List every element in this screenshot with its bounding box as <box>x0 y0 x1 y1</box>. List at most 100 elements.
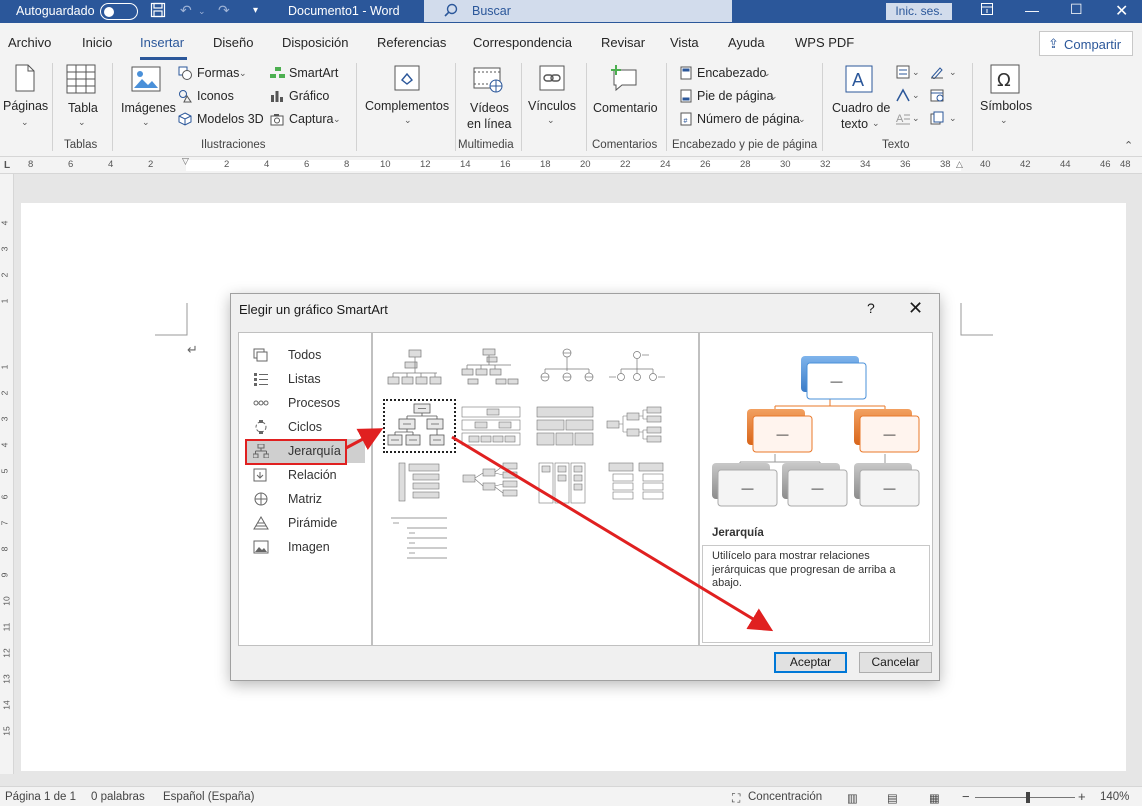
tab-wps-pdf[interactable]: WPS PDF <box>795 35 854 50</box>
tab-revisar[interactable]: Revisar <box>601 35 645 50</box>
layout-horizontal-multi-level[interactable] <box>461 461 521 506</box>
customize-qat-icon[interactable]: ▾ <box>253 5 258 16</box>
category-piramide[interactable]: Pirámide <box>245 511 365 535</box>
language[interactable]: Español (España) <box>163 791 254 803</box>
print-layout-icon[interactable]: ▤ <box>887 791 898 805</box>
zoom-out-icon[interactable]: − <box>962 789 970 804</box>
minimize-icon[interactable]: — <box>1025 2 1039 18</box>
dialog-close-icon[interactable]: ✕ <box>908 298 923 319</box>
links-button[interactable]: Vínculos ⌄ <box>525 59 580 137</box>
zoom-level[interactable]: 140% <box>1100 791 1129 803</box>
category-listas[interactable]: Listas <box>245 367 365 391</box>
layout-circle-picture-hierarchy[interactable] <box>607 347 667 392</box>
addins-button[interactable]: Complementos ⌄ <box>362 59 450 137</box>
cancel-button[interactable]: Cancelar <box>859 652 932 673</box>
read-mode-icon[interactable]: ▥ <box>847 791 858 805</box>
page-count[interactable]: Página 1 de 1 <box>5 791 76 803</box>
zoom-in-icon[interactable]: + <box>1078 789 1086 804</box>
tab-referencias[interactable]: Referencias <box>377 35 446 50</box>
images-button[interactable]: Imágenes ⌄ <box>118 59 176 137</box>
tab-correspondencia[interactable]: Correspondencia <box>473 35 572 50</box>
ruler-number: 4 <box>0 442 10 448</box>
web-layout-icon[interactable]: ▦ <box>929 791 940 805</box>
smartart-button[interactable]: SmartArt <box>270 65 340 83</box>
object-icon[interactable] <box>930 111 944 125</box>
tab-ayuda[interactable]: Ayuda <box>728 35 765 50</box>
tab-disposicion[interactable]: Disposición <box>282 35 348 50</box>
layout-lined-list[interactable] <box>389 515 449 564</box>
collapse-ribbon-icon[interactable]: ⌃ <box>1124 139 1133 152</box>
page-number-button[interactable]: # Número de página ⌄ <box>679 111 814 129</box>
quick-parts-icon[interactable] <box>896 65 910 79</box>
layout-org-chart[interactable] <box>385 347 445 392</box>
smartart-icon <box>270 66 285 80</box>
category-ciclos[interactable]: Ciclos <box>245 415 365 439</box>
category-relacion[interactable]: Relación <box>245 463 365 487</box>
category-procesos[interactable]: Procesos <box>245 391 365 415</box>
maximize-icon[interactable]: ☐ <box>1070 1 1083 18</box>
date-time-icon[interactable] <box>930 88 944 102</box>
layout-architecture[interactable] <box>537 461 597 508</box>
vertical-ruler[interactable]: 4 3 2 1 1 2 3 4 5 6 7 8 9 10 11 12 13 14 15 <box>0 174 14 774</box>
shapes-button[interactable]: Formas ⌄ <box>178 65 253 83</box>
icons-button[interactable]: Iconos <box>178 88 253 106</box>
share-button[interactable]: ⇪ Compartir <box>1039 31 1133 56</box>
chart-button[interactable]: Gráfico <box>270 88 340 106</box>
textbox-button[interactable]: A Cuadro de texto ⌄ <box>828 59 890 137</box>
header-button[interactable]: Encabezado ⌄ <box>679 65 779 83</box>
horizontal-ruler[interactable]: L 8 6 4 2 2 4 6 8 10 12 14 16 18 20 22 24 26 28 30 32 34 36 38… <box>0 156 1142 174</box>
search-box[interactable]: Buscar <box>424 0 732 22</box>
table-button[interactable]: Tabla ⌄ <box>58 59 104 137</box>
layout-hierarchy-list[interactable] <box>607 461 667 508</box>
layout-name-title-org[interactable] <box>461 347 521 392</box>
chevron-down-icon[interactable]: ⌄ <box>912 90 920 101</box>
close-icon[interactable]: ✕ <box>1115 1 1128 21</box>
online-video-button[interactable]: Vídeos en línea <box>460 59 516 137</box>
word-count[interactable]: 0 palabras <box>91 791 145 803</box>
layout-labeled-hierarchy[interactable] <box>461 405 521 450</box>
redo-icon[interactable]: ↷ <box>218 2 230 19</box>
3d-models-button[interactable]: Modelos 3D <box>178 111 264 129</box>
layout-hierarchy-selected[interactable] <box>383 399 456 453</box>
category-imagen[interactable]: Imagen <box>245 535 365 559</box>
layout-horizontal-hierarchy[interactable] <box>605 405 665 450</box>
focus-label[interactable]: Concentración <box>748 791 822 803</box>
tab-inicio[interactable]: Inicio <box>82 35 112 50</box>
right-indent-icon[interactable]: △ <box>956 159 963 170</box>
save-icon[interactable] <box>150 2 166 21</box>
category-label: Todos <box>288 348 322 362</box>
signature-line-icon[interactable] <box>930 65 944 80</box>
footer-button[interactable]: Pie de página ⌄ <box>679 88 789 106</box>
comment-button[interactable]: Comentario <box>590 59 660 137</box>
focus-icon[interactable]: ⛶ <box>732 791 740 806</box>
ok-button[interactable]: Aceptar <box>774 652 847 673</box>
chevron-down-icon[interactable]: ⌄ <box>949 67 957 78</box>
tab-archivo[interactable]: Archivo <box>8 35 51 50</box>
drop-cap-icon[interactable]: A <box>896 111 910 125</box>
layout-table-hierarchy[interactable] <box>535 405 595 450</box>
tab-vista[interactable]: Vista <box>670 35 699 50</box>
tab-stop-icon[interactable]: L <box>4 160 10 171</box>
pages-button[interactable]: Páginas ⌄ <box>2 59 48 137</box>
layout-half-circle-org[interactable] <box>537 347 597 392</box>
layout-vertical-list-hierarchy[interactable] <box>387 461 447 506</box>
screenshot-button[interactable]: Captura ⌄ <box>270 111 350 129</box>
undo-icon[interactable]: ↶ <box>180 2 192 19</box>
chevron-down-icon[interactable]: ⌄ <box>912 67 920 78</box>
tab-insertar[interactable]: Insertar <box>140 35 184 50</box>
autosave-toggle[interactable] <box>100 3 138 20</box>
zoom-slider[interactable] <box>975 797 1075 798</box>
symbols-button[interactable]: Ω Símbolos ⌄ <box>976 59 1034 137</box>
help-button[interactable]: ? <box>867 300 875 316</box>
category-matriz[interactable]: Matriz <box>245 487 365 511</box>
signin-button[interactable]: Inic. ses. <box>886 3 952 20</box>
indent-marker-icon[interactable]: ▽ <box>182 156 189 167</box>
zoom-slider-thumb[interactable] <box>1026 792 1030 803</box>
wordart-icon[interactable] <box>896 88 910 102</box>
tab-diseno[interactable]: Diseño <box>213 35 253 50</box>
chevron-down-icon[interactable]: ⌄ <box>912 113 920 124</box>
chevron-down-icon[interactable]: ⌄ <box>949 113 957 124</box>
undo-dropdown-icon[interactable]: ⌄ <box>198 6 206 17</box>
ribbon-display-icon[interactable] <box>980 2 994 19</box>
category-todos[interactable]: Todos <box>245 343 365 367</box>
